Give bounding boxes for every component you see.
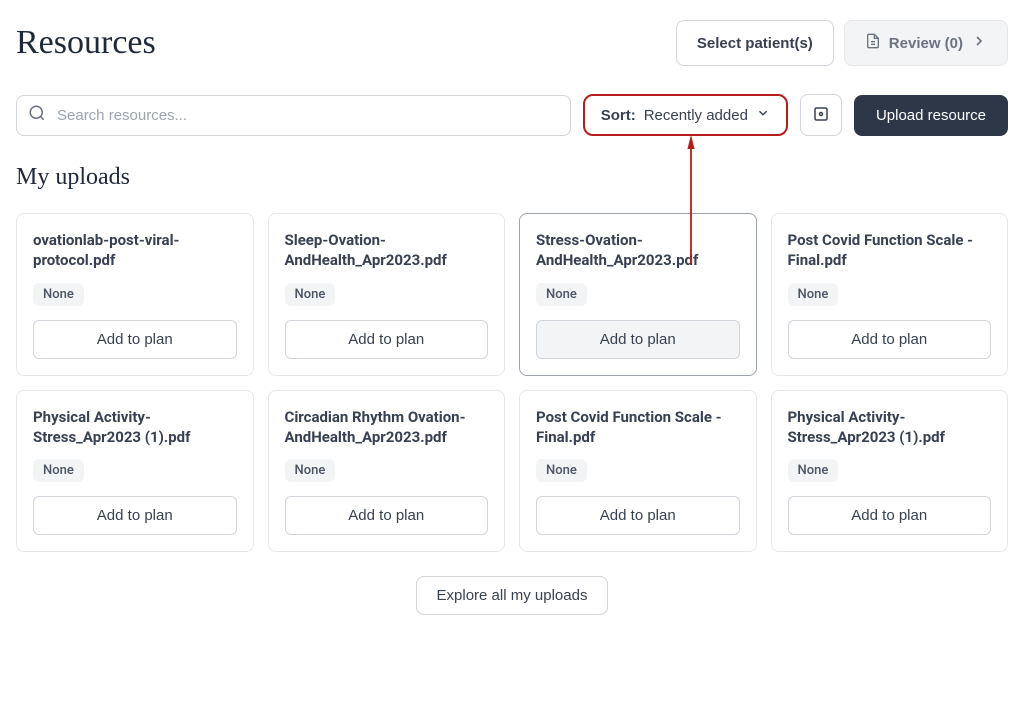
resource-title: Physical Activity-Stress_Apr2023 (1).pdf	[33, 407, 237, 448]
resource-title: Sleep-Ovation-AndHealth_Apr2023.pdf	[285, 230, 489, 271]
add-to-plan-button[interactable]: Add to plan	[536, 320, 740, 359]
category-badge: None	[285, 459, 336, 482]
add-to-plan-button[interactable]: Add to plan	[536, 496, 740, 535]
resource-card: Sleep-Ovation-AndHealth_Apr2023.pdf None A…	[268, 213, 506, 376]
resource-card: Stress-Ovation-AndHealth_Apr2023.pdf None…	[519, 213, 757, 376]
cards-grid: ovationlab-post-viral-protocol.pdf None Ad…	[16, 213, 1008, 552]
sort-prefix: Sort:	[601, 107, 636, 124]
category-badge: None	[33, 459, 84, 482]
search-input[interactable]	[16, 95, 571, 136]
section-title: My uploads	[16, 164, 1008, 191]
resource-title: Post Covid Function Scale - Final.pdf	[788, 230, 992, 271]
resource-title: ovationlab-post-viral-protocol.pdf	[33, 230, 237, 271]
resource-card: Physical Activity-Stress_Apr2023 (1).pdf…	[16, 390, 254, 553]
resource-title: Circadian Rhythm Ovation-AndHealth_Apr20…	[285, 407, 489, 448]
category-badge: None	[33, 283, 84, 306]
explore-all-uploads-button[interactable]: Explore all my uploads	[416, 576, 609, 615]
category-badge: None	[536, 283, 587, 306]
upload-resource-button[interactable]: Upload resource	[854, 95, 1008, 136]
sort-value: Recently added	[644, 107, 748, 124]
scan-icon	[812, 105, 830, 126]
explore-row: Explore all my uploads	[16, 576, 1008, 615]
resource-title: Post Covid Function Scale - Final.pdf	[536, 407, 740, 448]
select-patients-label: Select patient(s)	[697, 35, 813, 52]
add-to-plan-button[interactable]: Add to plan	[33, 496, 237, 535]
add-to-plan-button[interactable]: Add to plan	[285, 496, 489, 535]
add-to-plan-button[interactable]: Add to plan	[33, 320, 237, 359]
review-label: Review (0)	[889, 35, 963, 52]
sort-button[interactable]: Sort: Recently added	[583, 94, 788, 136]
header-actions: Select patient(s) Review (0)	[676, 20, 1008, 66]
document-icon	[865, 33, 881, 53]
add-to-plan-button[interactable]: Add to plan	[788, 496, 992, 535]
search-icon	[28, 104, 46, 126]
resource-card: Post Covid Function Scale - Final.pdf Non…	[771, 213, 1009, 376]
category-badge: None	[536, 459, 587, 482]
add-to-plan-button[interactable]: Add to plan	[285, 320, 489, 359]
review-button[interactable]: Review (0)	[844, 20, 1008, 66]
page-title: Resources	[16, 24, 156, 62]
resource-card: Post Covid Function Scale - Final.pdf Non…	[519, 390, 757, 553]
resource-title: Physical Activity-Stress_Apr2023 (1).pdf	[788, 407, 992, 448]
chevron-down-icon	[756, 106, 770, 124]
toolbar-row: Sort: Recently added Upload resource	[16, 94, 1008, 136]
category-badge: None	[788, 459, 839, 482]
resource-card: ovationlab-post-viral-protocol.pdf None Ad…	[16, 213, 254, 376]
select-patients-button[interactable]: Select patient(s)	[676, 20, 834, 66]
resource-title: Stress-Ovation-AndHealth_Apr2023.pdf	[536, 230, 740, 271]
resource-card: Physical Activity-Stress_Apr2023 (1).pdf…	[771, 390, 1009, 553]
search-wrap	[16, 95, 571, 136]
scan-button[interactable]	[800, 94, 842, 136]
category-badge: None	[285, 283, 336, 306]
header-row: Resources Select patient(s) Review (0)	[16, 20, 1008, 66]
category-badge: None	[788, 283, 839, 306]
add-to-plan-button[interactable]: Add to plan	[788, 320, 992, 359]
chevron-right-icon	[971, 33, 987, 53]
resource-card: Circadian Rhythm Ovation-AndHealth_Apr20…	[268, 390, 506, 553]
